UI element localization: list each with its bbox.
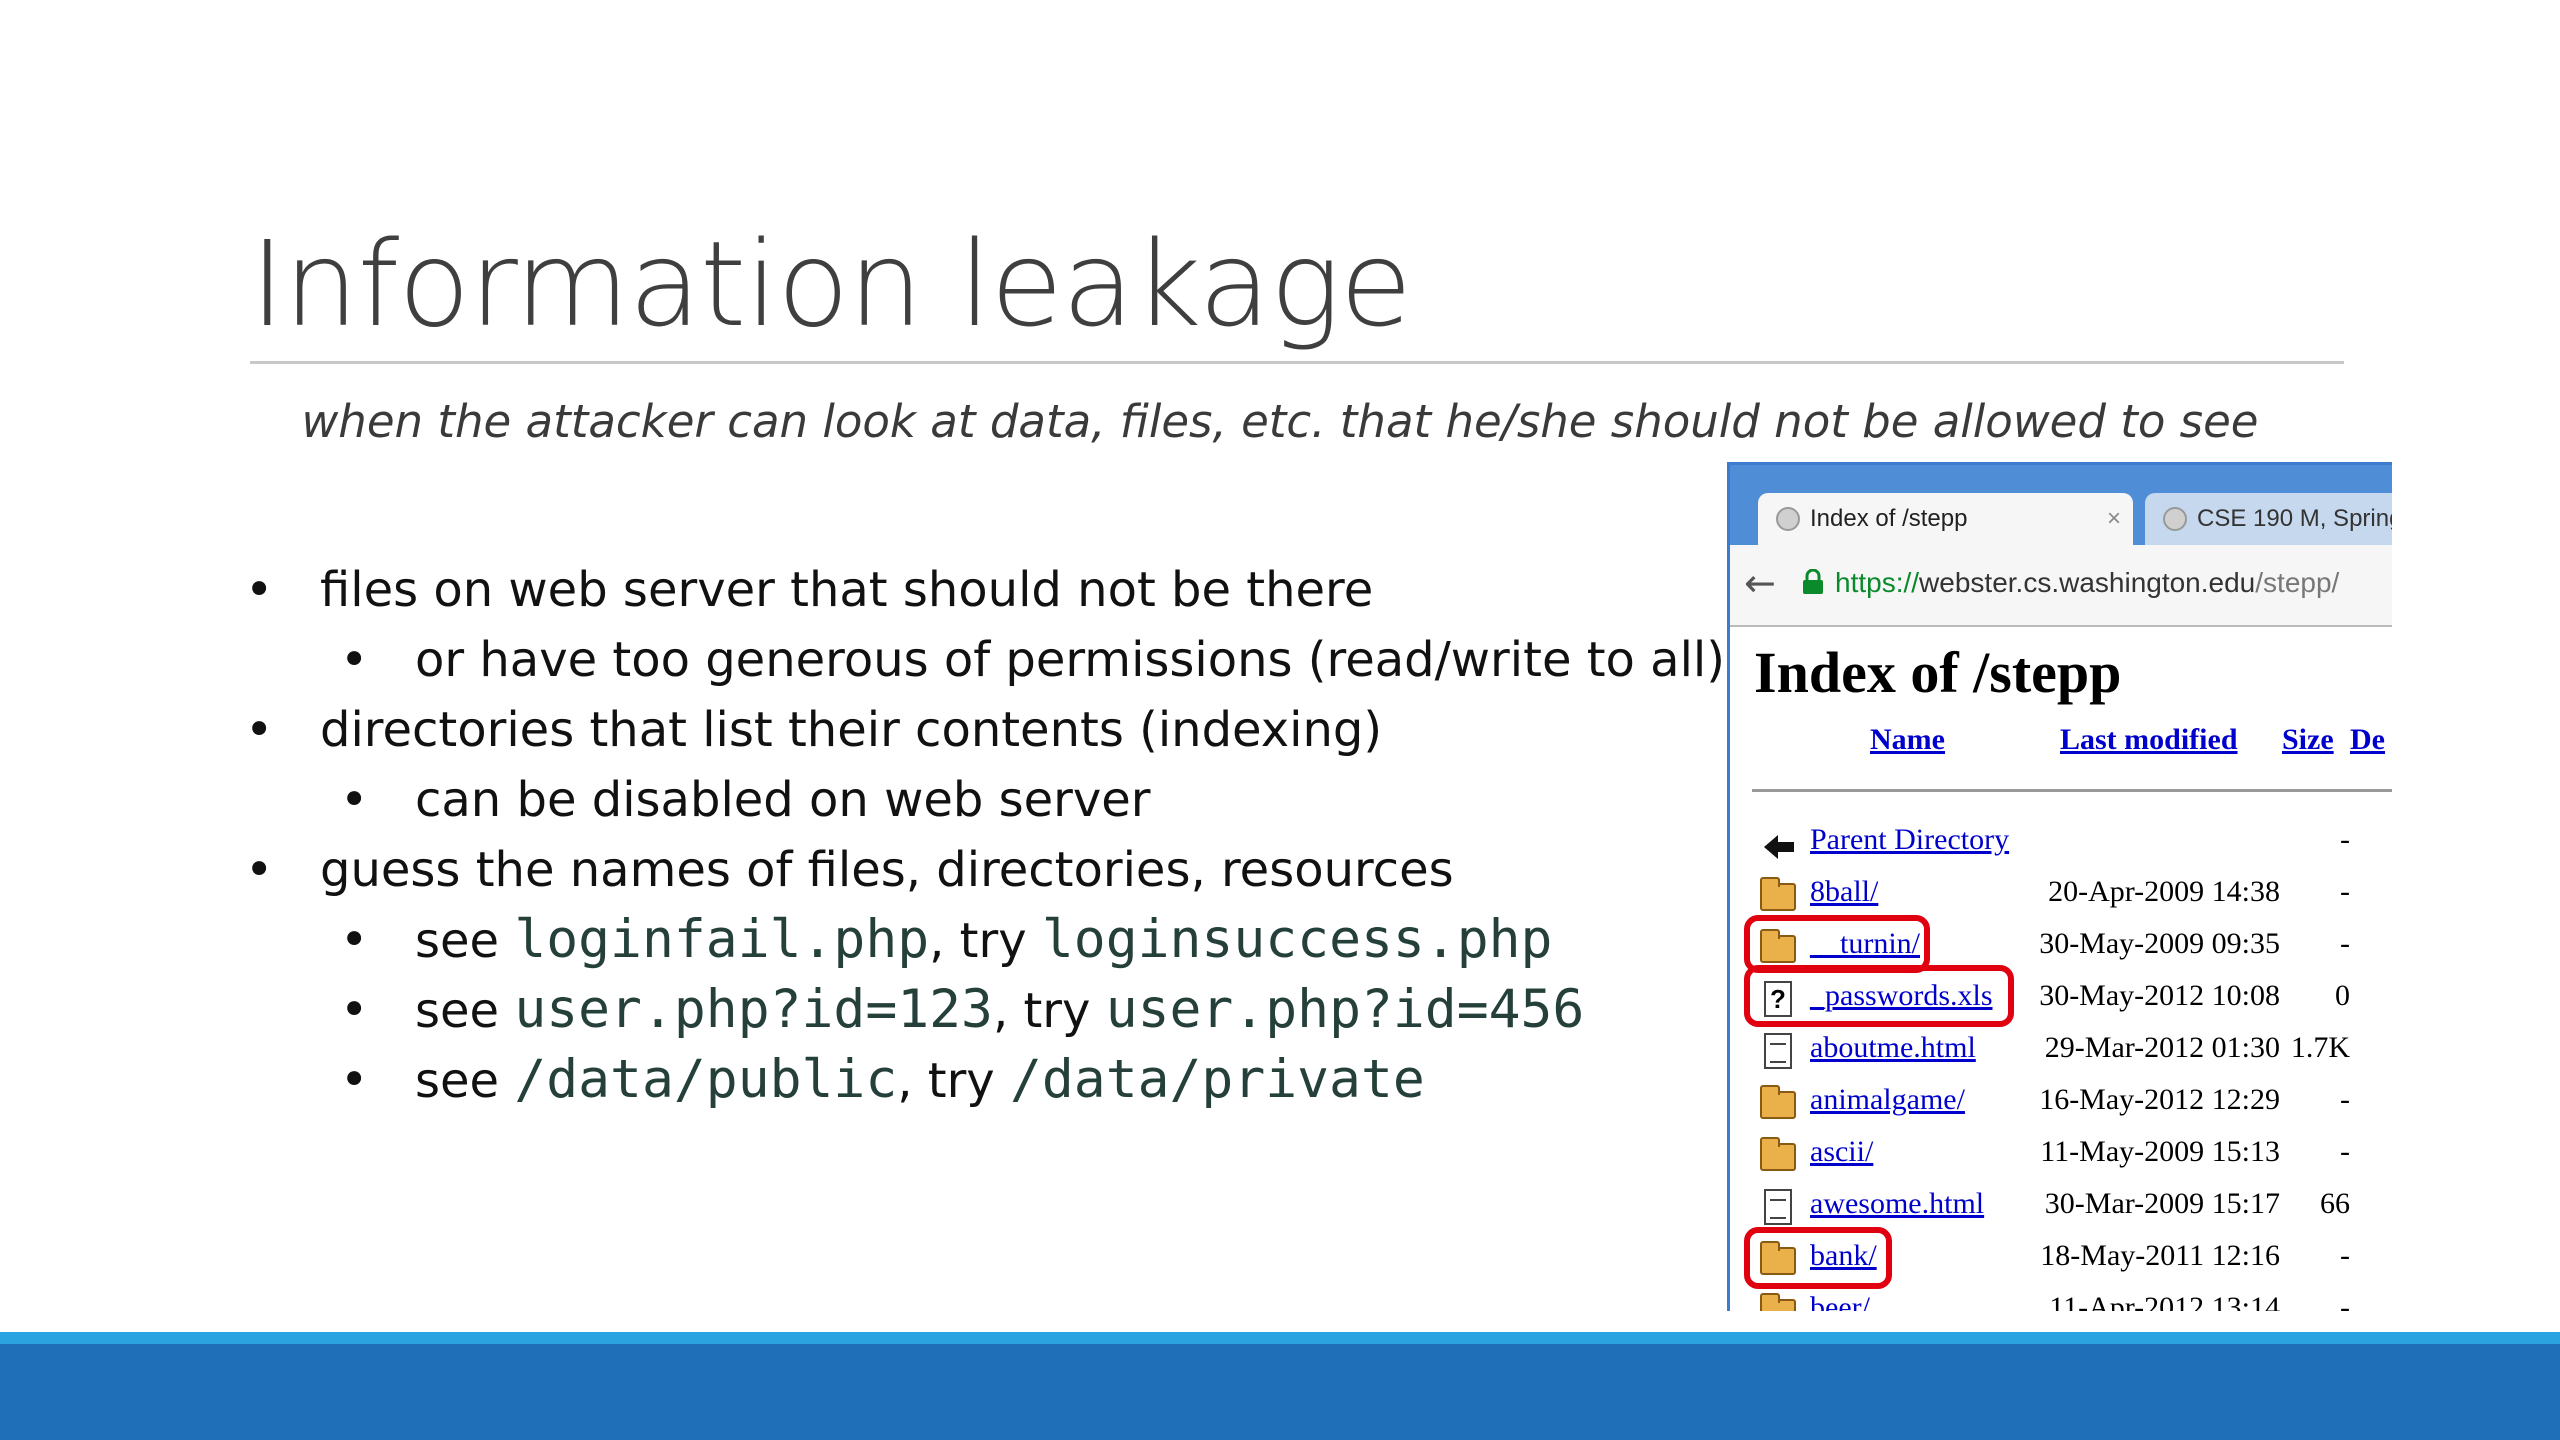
highlight-bank bbox=[1744, 1227, 1892, 1289]
code-example: /data/public bbox=[514, 1049, 898, 1110]
code-example: user.php?id=123 bbox=[514, 979, 993, 1040]
list-item: aboutme.html 29-Mar-2012 01:30 1.7K bbox=[1730, 1025, 2392, 1077]
bullet-item: • directories that list their contents (i… bbox=[245, 702, 1383, 758]
column-name[interactable]: Name bbox=[1870, 723, 1945, 757]
tab-cse-190m[interactable]: CSE 190 M, Spring 2 bbox=[2145, 493, 2392, 545]
browser-screenshot: Index of /stepp × CSE 190 M, Spring 2 ← … bbox=[1727, 462, 2392, 1311]
list-item: Parent Directory - bbox=[1730, 817, 2392, 869]
text-file-icon bbox=[1764, 1033, 1792, 1069]
column-last-modified[interactable]: Last modified bbox=[2060, 723, 2238, 757]
list-item: ascii/ 11-May-2009 15:13 - bbox=[1730, 1129, 2392, 1181]
link-ascii[interactable]: ascii/ bbox=[1810, 1135, 1873, 1169]
sub-bullet-item: • or have too generous of permissions (re… bbox=[340, 632, 1725, 688]
link-parent-directory[interactable]: Parent Directory bbox=[1810, 823, 2009, 857]
column-description[interactable]: De bbox=[2350, 723, 2385, 757]
link-beer[interactable]: beer/ bbox=[1810, 1291, 1870, 1311]
bullet-item: • guess the names of files, directories, … bbox=[245, 842, 1454, 898]
address-bar[interactable]: https://webster.cs.washington.edu/stepp/ bbox=[1835, 565, 2339, 601]
page-icon bbox=[1776, 507, 1800, 531]
bullet-item: • files on web server that should not be … bbox=[245, 562, 1374, 618]
tab-strip: Index of /stepp × CSE 190 M, Spring 2 bbox=[1730, 465, 2392, 545]
back-arrow-icon[interactable]: ← bbox=[1744, 563, 1776, 603]
parent-directory-icon bbox=[1764, 835, 1794, 859]
folder-icon bbox=[1760, 1137, 1796, 1171]
footer-accent-line bbox=[0, 1332, 2560, 1344]
text-file-icon bbox=[1764, 1189, 1792, 1225]
sub-bullet-item: • see loginfail.php, try loginsuccess.php bbox=[340, 909, 1553, 970]
column-size[interactable]: Size bbox=[2282, 723, 2334, 757]
footer-band bbox=[0, 1344, 2560, 1440]
title-divider bbox=[250, 361, 2344, 364]
link-8ball[interactable]: 8ball/ bbox=[1810, 875, 1878, 909]
browser-toolbar: ← https://webster.cs.washington.edu/step… bbox=[1730, 545, 2392, 627]
tab-index-of-stepp[interactable]: Index of /stepp × bbox=[1758, 493, 2133, 545]
slide-title: Information leakage bbox=[250, 215, 1412, 353]
list-item: animalgame/ 16-May-2012 12:29 - bbox=[1730, 1077, 2392, 1129]
sub-bullet-item: • see user.php?id=123, try user.php?id=45… bbox=[340, 979, 1585, 1040]
folder-icon bbox=[1760, 1085, 1796, 1119]
link-aboutme-html[interactable]: aboutme.html bbox=[1810, 1031, 1976, 1065]
listing-divider bbox=[1752, 789, 2392, 792]
highlight-passwords bbox=[1744, 965, 2014, 1027]
code-example: loginsuccess.php bbox=[1041, 909, 1553, 970]
page-heading: Index of /stepp bbox=[1754, 640, 2122, 705]
sub-bullet-item: • see /data/public, try /data/private bbox=[340, 1049, 1425, 1110]
code-example: user.php?id=456 bbox=[1105, 979, 1585, 1040]
list-item: awesome.html 30-Mar-2009 15:17 66 bbox=[1730, 1181, 2392, 1233]
bullet-list: • files on web server that should not be … bbox=[245, 555, 1735, 1115]
code-example: loginfail.php bbox=[514, 909, 930, 970]
sub-bullet-item: • can be disabled on web server bbox=[340, 772, 1151, 828]
folder-icon bbox=[1760, 1293, 1796, 1311]
page-icon bbox=[2163, 507, 2187, 531]
list-item: 8ball/ 20-Apr-2009 14:38 - bbox=[1730, 869, 2392, 921]
close-icon[interactable]: × bbox=[2107, 493, 2121, 545]
code-example: /data/private bbox=[1009, 1049, 1425, 1110]
link-awesome-html[interactable]: awesome.html bbox=[1810, 1187, 1984, 1221]
lock-icon bbox=[1803, 569, 1823, 594]
slide-subtitle: when the attacker can look at data, file… bbox=[301, 395, 2259, 448]
folder-icon bbox=[1760, 877, 1796, 911]
link-animalgame[interactable]: animalgame/ bbox=[1810, 1083, 1965, 1117]
